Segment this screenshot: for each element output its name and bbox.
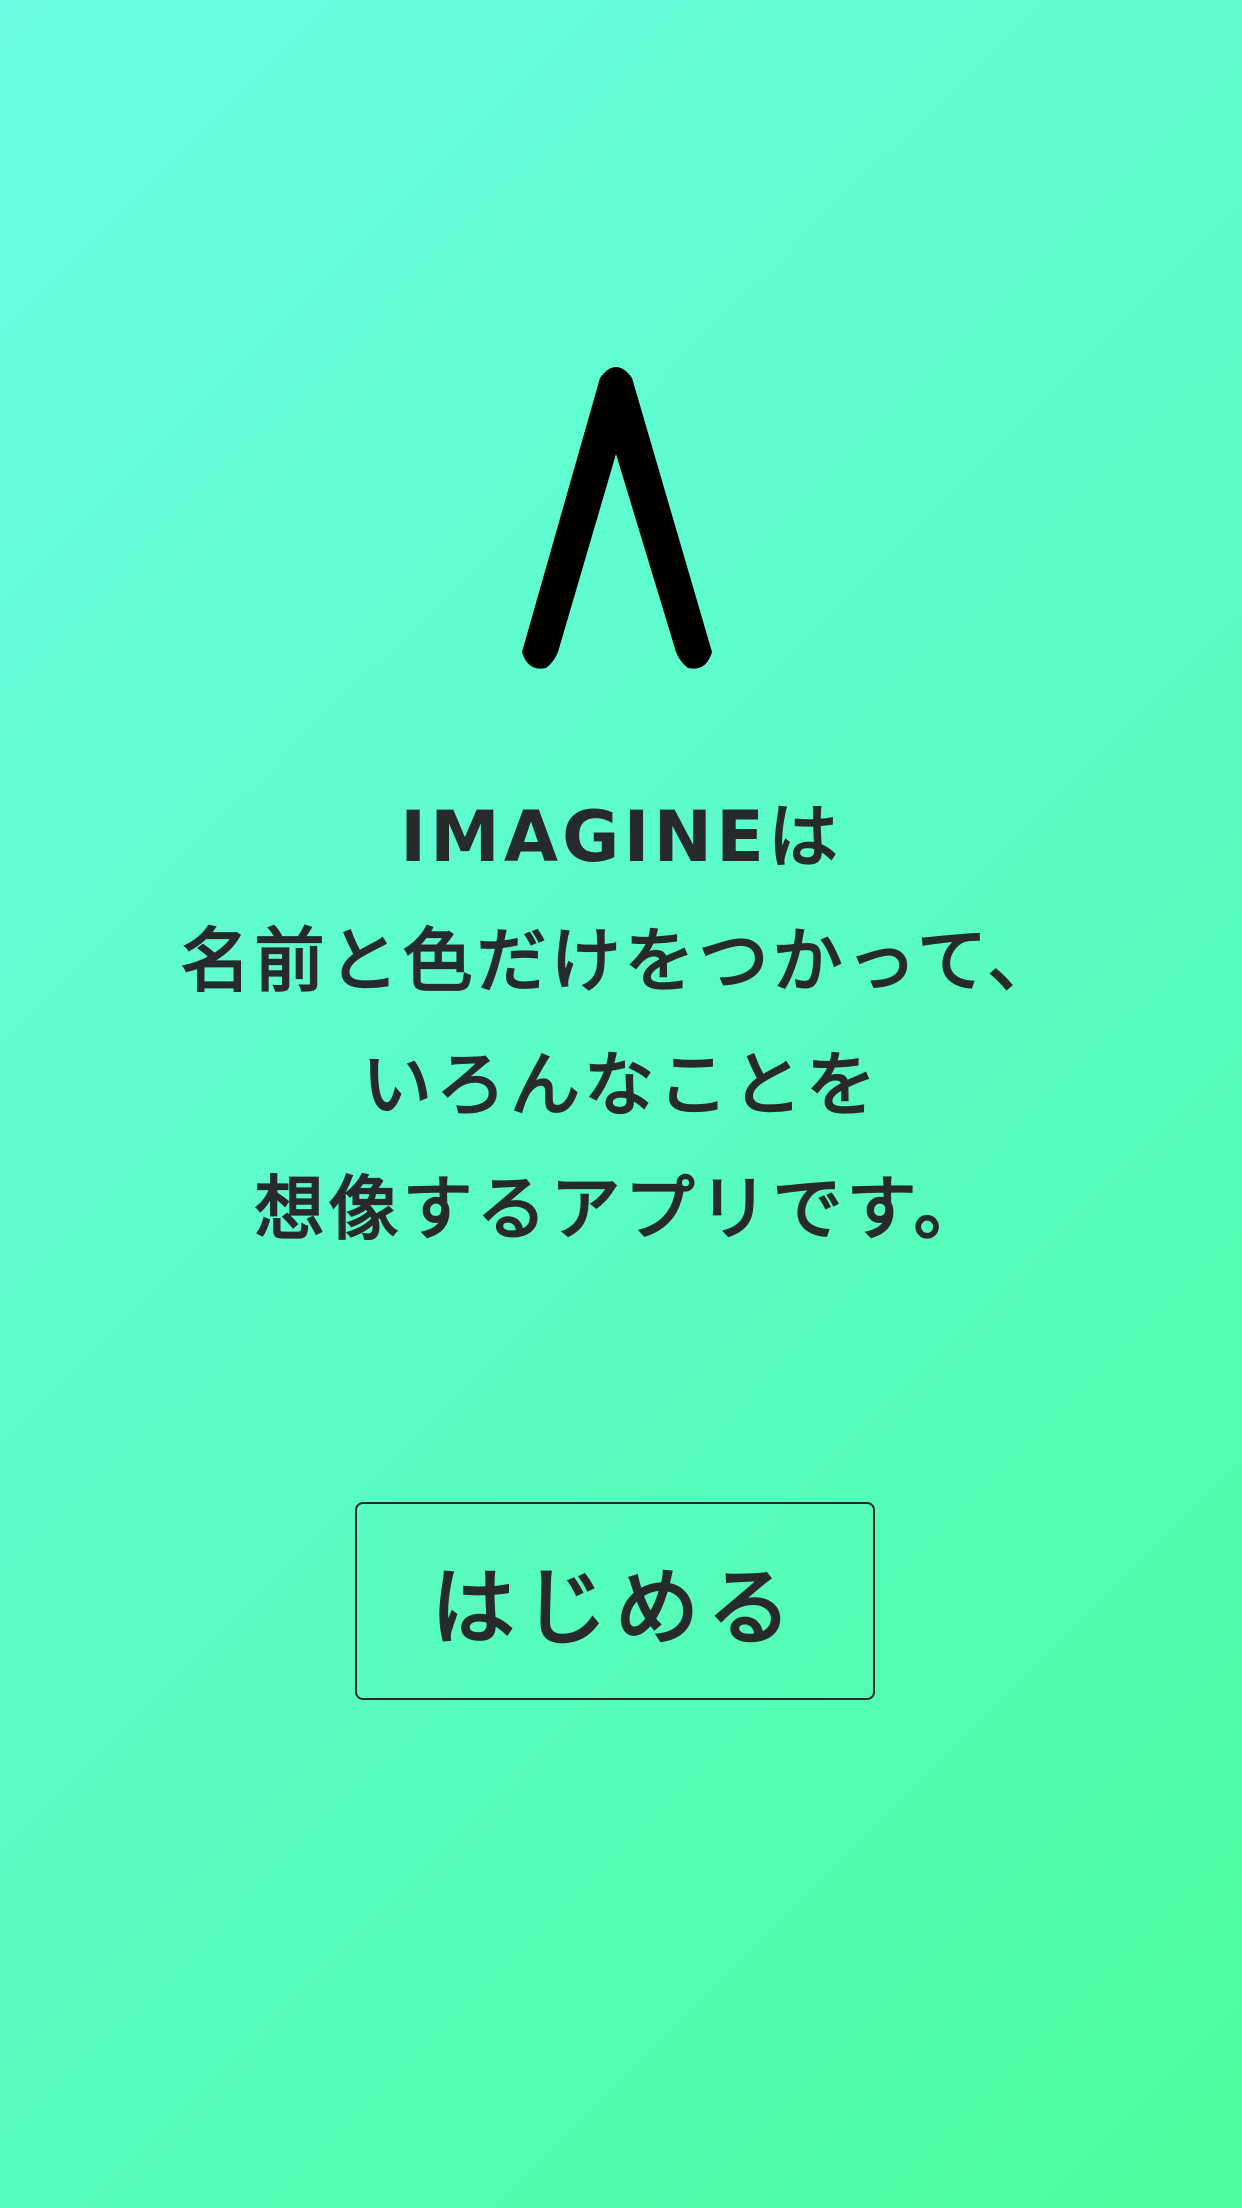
- welcome-screen: IMAGINEは 名前と色だけをつかって、 いろんなことを 想像するアプリです。…: [0, 0, 1242, 2208]
- description-line-4: 想像するアプリです。: [254, 1168, 988, 1250]
- start-button-label: はじめる: [430, 1558, 799, 1657]
- app-description: IMAGINEは 名前と色だけをつかって、 いろんなことを 想像するアプリです。: [0, 775, 1242, 1271]
- lambda-logo-icon: [522, 367, 712, 669]
- description-line-3: いろんなことを: [362, 1044, 880, 1126]
- description-line-1: IMAGINEは: [400, 796, 842, 878]
- start-button[interactable]: はじめる: [355, 1502, 875, 1700]
- description-line-2: 名前と色だけをつかって、: [180, 920, 1062, 1002]
